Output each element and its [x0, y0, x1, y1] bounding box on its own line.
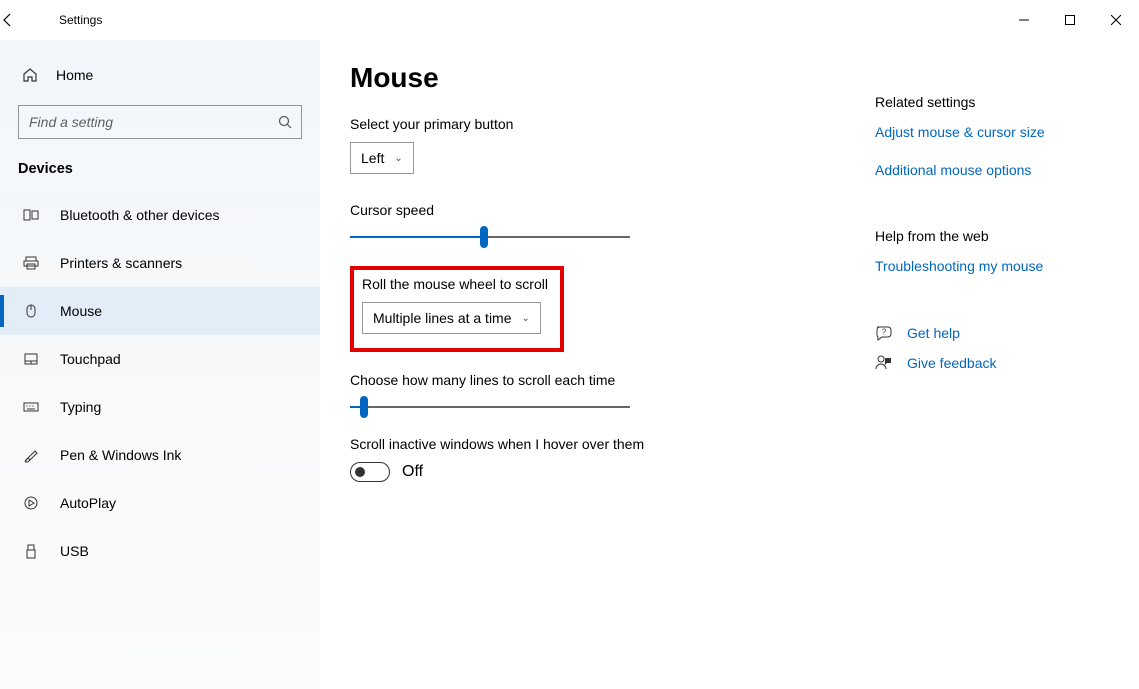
- sidebar-item-usb[interactable]: USB: [0, 527, 320, 575]
- primary-button-dropdown[interactable]: Left ⌄: [350, 142, 414, 174]
- maximize-button[interactable]: [1047, 4, 1093, 36]
- sidebar-item-label: Bluetooth & other devices: [60, 207, 220, 223]
- main-area: Mouse Select your primary button Left ⌄ …: [320, 40, 1139, 689]
- section-label: Devices: [0, 157, 320, 191]
- search-field-wrap: [18, 105, 302, 139]
- give-feedback-row[interactable]: Give feedback: [875, 354, 1045, 372]
- cursor-speed-label: Cursor speed: [350, 202, 830, 218]
- cursor-speed-slider[interactable]: [350, 236, 630, 238]
- bluetooth-devices-icon: [22, 207, 40, 223]
- window-controls: [1001, 4, 1139, 36]
- home-label: Home: [56, 67, 93, 83]
- primary-button-group: Select your primary button Left ⌄: [350, 116, 830, 174]
- content-column: Mouse Select your primary button Left ⌄ …: [350, 62, 830, 689]
- mouse-icon: [22, 303, 40, 319]
- sidebar-item-label: Typing: [60, 399, 101, 415]
- right-column: Related settings Adjust mouse & cursor s…: [875, 62, 1045, 689]
- sidebar-item-bluetooth[interactable]: Bluetooth & other devices: [0, 191, 320, 239]
- lines-slider[interactable]: [350, 406, 630, 408]
- sidebar-item-label: USB: [60, 543, 89, 559]
- inactive-toggle[interactable]: [350, 462, 390, 482]
- lines-to-scroll-group: Choose how many lines to scroll each tim…: [350, 372, 830, 408]
- chevron-down-icon: ⌄: [522, 313, 530, 324]
- primary-button-value: Left: [361, 150, 384, 166]
- inactive-label: Scroll inactive windows when I hover ove…: [350, 436, 830, 452]
- usb-icon: [22, 543, 40, 559]
- primary-button-label: Select your primary button: [350, 116, 830, 132]
- keyboard-icon: [22, 399, 40, 415]
- sidebar-item-printers[interactable]: Printers & scanners: [0, 239, 320, 287]
- cursor-speed-group: Cursor speed: [350, 202, 830, 238]
- sidebar-item-label: Touchpad: [60, 351, 121, 367]
- sidebar-item-label: Pen & Windows Ink: [60, 447, 181, 463]
- minimize-button[interactable]: [1001, 4, 1047, 36]
- search-icon: [278, 115, 292, 129]
- sidebar: Home Devices Bluetooth & other devices P…: [0, 40, 320, 689]
- get-help-row[interactable]: ? Get help: [875, 324, 1045, 342]
- sidebar-home[interactable]: Home: [0, 55, 320, 95]
- close-button[interactable]: [1093, 4, 1139, 36]
- lines-label: Choose how many lines to scroll each tim…: [350, 372, 830, 388]
- scroll-mode-dropdown[interactable]: Multiple lines at a time ⌄: [362, 302, 541, 334]
- sidebar-item-autoplay[interactable]: AutoPlay: [0, 479, 320, 527]
- feedback-icon: [875, 354, 893, 372]
- search-input[interactable]: [18, 105, 302, 139]
- inactive-state-text: Off: [402, 463, 423, 481]
- printer-icon: [22, 255, 40, 271]
- help-icon: ?: [875, 324, 893, 342]
- autoplay-icon: [22, 495, 40, 511]
- highlight-box: Roll the mouse wheel to scroll Multiple …: [350, 266, 564, 352]
- get-help-label: Get help: [907, 325, 960, 341]
- touchpad-icon: [22, 351, 40, 367]
- sidebar-item-mouse[interactable]: Mouse: [0, 287, 320, 335]
- link-additional-mouse[interactable]: Additional mouse options: [875, 162, 1045, 178]
- inactive-windows-group: Scroll inactive windows when I hover ove…: [350, 436, 830, 482]
- page-title: Mouse: [350, 62, 830, 94]
- link-troubleshoot[interactable]: Troubleshooting my mouse: [875, 258, 1045, 274]
- pen-icon: [22, 447, 40, 463]
- svg-text:?: ?: [882, 328, 887, 337]
- window-title: Settings: [59, 13, 102, 27]
- scroll-mode-group: Roll the mouse wheel to scroll Multiple …: [350, 266, 830, 352]
- home-icon: [22, 67, 38, 83]
- back-button[interactable]: [0, 12, 45, 28]
- sidebar-item-label: AutoPlay: [60, 495, 116, 511]
- sidebar-item-touchpad[interactable]: Touchpad: [0, 335, 320, 383]
- related-settings-head: Related settings: [875, 94, 1045, 110]
- sidebar-item-label: Mouse: [60, 303, 102, 319]
- give-feedback-label: Give feedback: [907, 355, 997, 371]
- sidebar-item-typing[interactable]: Typing: [0, 383, 320, 431]
- sidebar-item-label: Printers & scanners: [60, 255, 182, 271]
- scroll-mode-label: Roll the mouse wheel to scroll: [362, 276, 548, 292]
- titlebar: Settings: [0, 0, 1139, 40]
- scroll-mode-value: Multiple lines at a time: [373, 310, 512, 326]
- help-web-head: Help from the web: [875, 228, 1045, 244]
- sidebar-item-pen[interactable]: Pen & Windows Ink: [0, 431, 320, 479]
- chevron-down-icon: ⌄: [394, 153, 402, 164]
- link-adjust-mouse[interactable]: Adjust mouse & cursor size: [875, 124, 1045, 140]
